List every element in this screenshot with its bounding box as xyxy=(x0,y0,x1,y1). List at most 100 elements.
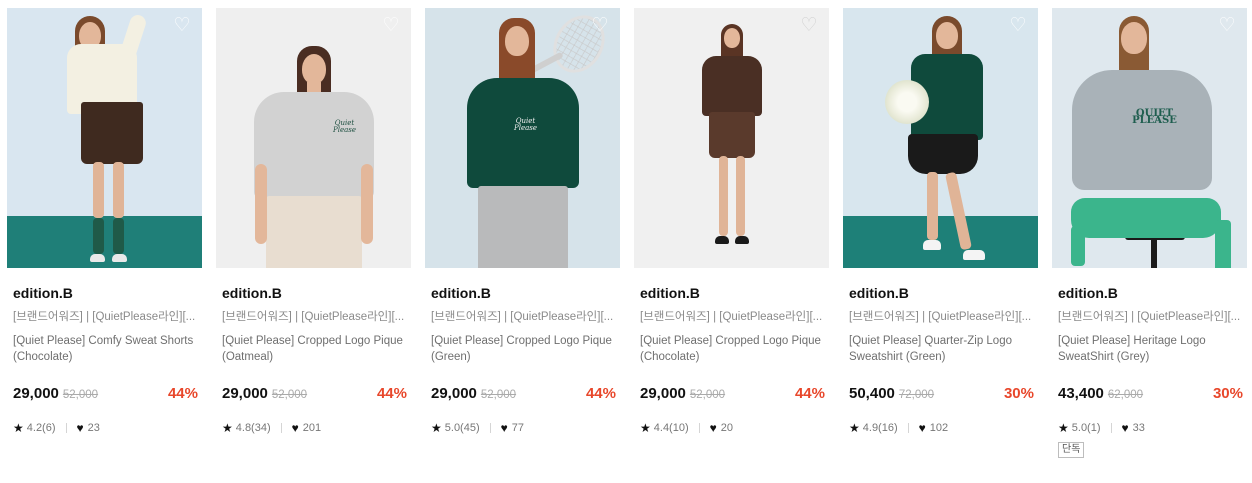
model-sock xyxy=(92,218,104,254)
model-bottoms xyxy=(1070,198,1221,238)
model-head xyxy=(935,22,958,49)
original-price: 52,000 xyxy=(689,389,726,401)
model-bottoms xyxy=(265,196,362,268)
stool-leg xyxy=(1150,240,1157,268)
brand-name[interactable]: edition.B xyxy=(640,285,823,302)
like-count: 20 xyxy=(720,422,733,434)
product-image[interactable]: ♡ xyxy=(843,8,1038,268)
model-leg xyxy=(944,171,972,251)
product-info: edition.B [브랜드어워즈] | [QuietPlease라인][...… xyxy=(7,285,202,435)
model-shoe xyxy=(714,236,729,244)
like-count: 23 xyxy=(87,422,100,434)
divider xyxy=(907,423,909,433)
product-card[interactable]: Quiet Please ♡ edition.B [브랜드어워즈] | [Qui… xyxy=(216,8,411,458)
wishlist-heart-icon[interactable]: ♡ xyxy=(590,16,610,36)
rating-text: 4.4(10) xyxy=(653,422,689,434)
rating-text: 4.9(16) xyxy=(862,422,898,434)
review-meta: ★ 4.2(6) ♥ 23 xyxy=(13,421,196,435)
product-card[interactable]: ♡ edition.B [브랜드어워즈] | [QuietPlease라인][.… xyxy=(843,8,1038,458)
product-card[interactable]: QUIET PLEASE ♡ edition.B [브랜드어워즈] | [Qui… xyxy=(1052,8,1247,458)
model-shoe xyxy=(111,254,127,262)
model-bottoms xyxy=(907,134,978,174)
like-count: 77 xyxy=(511,422,524,434)
product-info: edition.B [브랜드어워즈] | [QuietPlease라인][...… xyxy=(425,285,620,435)
model-figure: Quiet Please xyxy=(448,16,598,268)
divider xyxy=(489,423,491,433)
product-info: edition.B [브랜드어워즈] | [QuietPlease라인][...… xyxy=(843,285,1038,435)
original-price: 52,000 xyxy=(480,389,517,401)
brand-name[interactable]: edition.B xyxy=(13,285,196,302)
wishlist-heart-icon[interactable]: ♡ xyxy=(1217,16,1237,36)
brand-name[interactable]: edition.B xyxy=(1058,285,1241,302)
product-name[interactable]: [Quiet Please] Cropped Logo Pique (Green… xyxy=(431,333,614,365)
like-count: 102 xyxy=(929,422,949,434)
category-text: [브랜드어워즈] | [QuietPlease라인][... xyxy=(13,311,196,323)
discount-rate: 44% xyxy=(794,385,825,402)
model-head xyxy=(723,28,740,48)
heart-filled-icon: ♥ xyxy=(76,421,84,435)
price-row: 29,000 52,000 44% xyxy=(222,385,407,405)
heart-filled-icon: ♥ xyxy=(500,421,508,435)
product-card[interactable]: ♡ edition.B [브랜드어워즈] | [QuietPlease라인][.… xyxy=(634,8,829,458)
product-name[interactable]: [Quiet Please] Cropped Logo Pique (Choco… xyxy=(640,333,823,365)
heart-filled-icon: ♥ xyxy=(1121,421,1129,435)
wishlist-heart-icon[interactable]: ♡ xyxy=(172,16,192,36)
original-price: 62,000 xyxy=(1107,389,1144,401)
model-head xyxy=(1121,22,1148,54)
category-text: [브랜드어워즈] | [QuietPlease라인][... xyxy=(640,311,823,323)
product-name[interactable]: [Quiet Please] Cropped Logo Pique (Oatme… xyxy=(222,333,405,365)
product-image[interactable]: Quiet Please ♡ xyxy=(425,8,620,268)
model-shoe xyxy=(962,250,985,260)
model-leg xyxy=(926,172,938,240)
review-meta: ★ 4.8(34) ♥ 201 xyxy=(222,421,405,435)
brand-name[interactable]: edition.B xyxy=(222,285,405,302)
heart-filled-icon: ♥ xyxy=(918,421,926,435)
review-meta: ★ 5.0(1) ♥ 33 xyxy=(1058,421,1241,435)
rating-text: 4.2(6) xyxy=(26,422,56,434)
star-icon: ★ xyxy=(640,421,651,435)
category-text: [브랜드어워즈] | [QuietPlease라인][... xyxy=(222,311,405,323)
model-leg xyxy=(112,162,124,218)
star-icon: ★ xyxy=(431,421,442,435)
heart-filled-icon: ♥ xyxy=(291,421,299,435)
wishlist-heart-icon[interactable]: ♡ xyxy=(381,16,401,36)
model-top xyxy=(466,78,579,188)
product-name[interactable]: [Quiet Please] Comfy Sweat Shorts (Choco… xyxy=(13,333,196,365)
model-figure: QUIET PLEASE xyxy=(1055,14,1245,268)
product-card[interactable]: ♡ edition.B [브랜드어워즈] | [QuietPlease라인][.… xyxy=(7,8,202,458)
original-price: 72,000 xyxy=(898,389,935,401)
discount-rate: 44% xyxy=(585,385,616,402)
wishlist-heart-icon[interactable]: ♡ xyxy=(799,16,819,36)
product-image[interactable]: ♡ xyxy=(7,8,202,268)
product-name[interactable]: [Quiet Please] Quarter-Zip Logo Sweatshi… xyxy=(849,333,1032,365)
model-arm xyxy=(360,164,373,244)
brand-name[interactable]: edition.B xyxy=(431,285,614,302)
brand-name[interactable]: edition.B xyxy=(849,285,1032,302)
wishlist-heart-icon[interactable]: ♡ xyxy=(1008,16,1028,36)
product-image[interactable]: ♡ xyxy=(634,8,829,268)
rating-text: 5.0(45) xyxy=(444,422,480,434)
star-icon: ★ xyxy=(849,421,860,435)
product-name[interactable]: [Quiet Please] Heritage Logo SweatShirt … xyxy=(1058,333,1241,365)
discount-rate: 30% xyxy=(1003,385,1034,402)
model-shoe xyxy=(89,254,105,262)
model-bottoms xyxy=(708,112,755,158)
original-price: 52,000 xyxy=(62,389,99,401)
model-leg xyxy=(735,156,745,236)
logo-print: Quiet Please xyxy=(514,117,537,132)
model-figure xyxy=(881,14,1001,268)
model-figure xyxy=(692,22,772,262)
review-meta: ★ 4.9(16) ♥ 102 xyxy=(849,421,1032,435)
logo-print: QUIET PLEASE xyxy=(1132,108,1177,126)
model-leg xyxy=(1070,226,1085,266)
sale-price: 29,000 xyxy=(13,385,59,402)
model-top xyxy=(701,56,762,116)
sale-price: 29,000 xyxy=(640,385,686,402)
product-grid: ♡ edition.B [브랜드어워즈] | [QuietPlease라인][.… xyxy=(7,8,1247,458)
product-image[interactable]: QUIET PLEASE ♡ xyxy=(1052,8,1247,268)
model-figure: Quiet Please xyxy=(239,44,389,268)
product-card[interactable]: Quiet Please ♡ edition.B [브랜드어워즈] | [Qui… xyxy=(425,8,620,458)
product-image[interactable]: Quiet Please ♡ xyxy=(216,8,411,268)
model-sock xyxy=(112,218,124,254)
divider xyxy=(65,423,67,433)
